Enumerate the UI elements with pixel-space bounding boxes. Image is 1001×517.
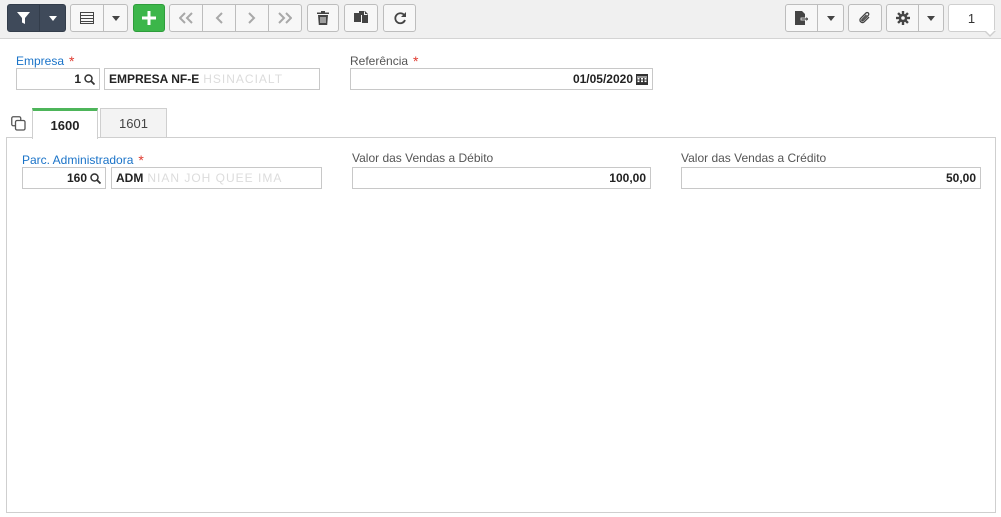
file-export-icon — [795, 11, 808, 25]
empresa-code-field[interactable]: 1 — [16, 68, 100, 90]
tab-panel — [6, 137, 996, 513]
list-icon — [80, 12, 94, 24]
last-record-button[interactable] — [269, 4, 302, 32]
required-marker: * — [69, 53, 75, 69]
required-marker: * — [138, 152, 144, 168]
tab-1601[interactable]: 1601 — [100, 108, 167, 138]
chevron-right-icon — [248, 12, 256, 24]
empresa-name-field[interactable]: EMPRESA NF-E HSINACIALT — [104, 68, 320, 90]
copy-icon — [354, 11, 368, 25]
empresa-code-value: 1 — [74, 72, 81, 86]
filter-button[interactable] — [7, 4, 40, 32]
parc-code-field[interactable]: 160 — [22, 167, 106, 189]
paperclip-icon — [858, 11, 872, 25]
credito-label: Valor das Vendas a Crédito — [681, 151, 827, 165]
caret-down-icon — [826, 15, 835, 21]
tabs-toggle-icon[interactable] — [11, 116, 26, 134]
required-marker: * — [413, 53, 419, 69]
filter-icon — [17, 11, 30, 25]
grid-view-button[interactable] — [70, 4, 104, 32]
double-chevron-right-icon — [278, 12, 292, 24]
empresa-name-blurred: HSINACIALT — [203, 72, 284, 86]
settings-dropdown[interactable] — [919, 4, 944, 32]
settings-button[interactable] — [886, 4, 919, 32]
referencia-label-row: Referência * — [350, 52, 419, 69]
credito-field[interactable]: 50,00 — [681, 167, 981, 189]
search-icon[interactable] — [84, 73, 95, 85]
caret-down-icon — [48, 15, 57, 21]
debito-field[interactable]: 100,00 — [352, 167, 651, 189]
chevron-left-icon — [215, 12, 223, 24]
refresh-icon — [393, 11, 407, 25]
export-dropdown[interactable] — [818, 4, 844, 32]
view-dropdown[interactable] — [104, 4, 128, 32]
next-record-button[interactable] — [236, 4, 269, 32]
parc-name-blurred: NIAN JOH QUEE IMA — [147, 171, 283, 185]
parc-name-value: ADM — [116, 171, 144, 185]
record-counter-pointer — [984, 30, 996, 37]
previous-record-button[interactable] — [203, 4, 236, 32]
delete-button[interactable] — [307, 4, 339, 32]
parc-label-row: Parc. Administradora * — [22, 151, 144, 168]
tab-1600[interactable]: 1600 — [32, 108, 98, 139]
empresa-label-row: Empresa * — [16, 52, 75, 69]
referencia-value: 01/05/2020 — [572, 72, 633, 86]
parc-code-value: 160 — [66, 171, 87, 185]
double-chevron-left-icon — [179, 12, 193, 24]
referencia-date-field[interactable]: 01/05/2020 — [350, 68, 653, 90]
empresa-label: Empresa — [16, 54, 65, 68]
search-icon[interactable] — [90, 172, 101, 184]
referencia-label: Referência — [350, 54, 409, 68]
parc-name-field[interactable]: ADM NIAN JOH QUEE IMA — [111, 167, 322, 189]
caret-down-icon — [111, 15, 120, 21]
calendar-icon[interactable] — [636, 73, 648, 85]
record-counter: 1 — [948, 4, 995, 32]
gear-icon — [895, 11, 910, 25]
trash-icon — [317, 11, 329, 25]
credito-value: 50,00 — [945, 171, 976, 185]
export-button[interactable] — [785, 4, 818, 32]
debito-label: Valor das Vendas a Débito — [352, 151, 494, 165]
empresa-name-value: EMPRESA NF-E — [109, 72, 200, 86]
toolbar: 1 — [0, 0, 1001, 39]
refresh-button[interactable] — [383, 4, 416, 32]
caret-down-icon — [927, 15, 935, 21]
filter-dropdown[interactable] — [40, 4, 66, 32]
copy-button[interactable] — [344, 4, 378, 32]
plus-icon — [142, 11, 156, 25]
attachment-button[interactable] — [848, 4, 882, 32]
debito-value: 100,00 — [609, 171, 646, 185]
first-record-button[interactable] — [169, 4, 203, 32]
parc-label: Parc. Administradora — [22, 153, 134, 167]
add-button[interactable] — [133, 4, 165, 32]
